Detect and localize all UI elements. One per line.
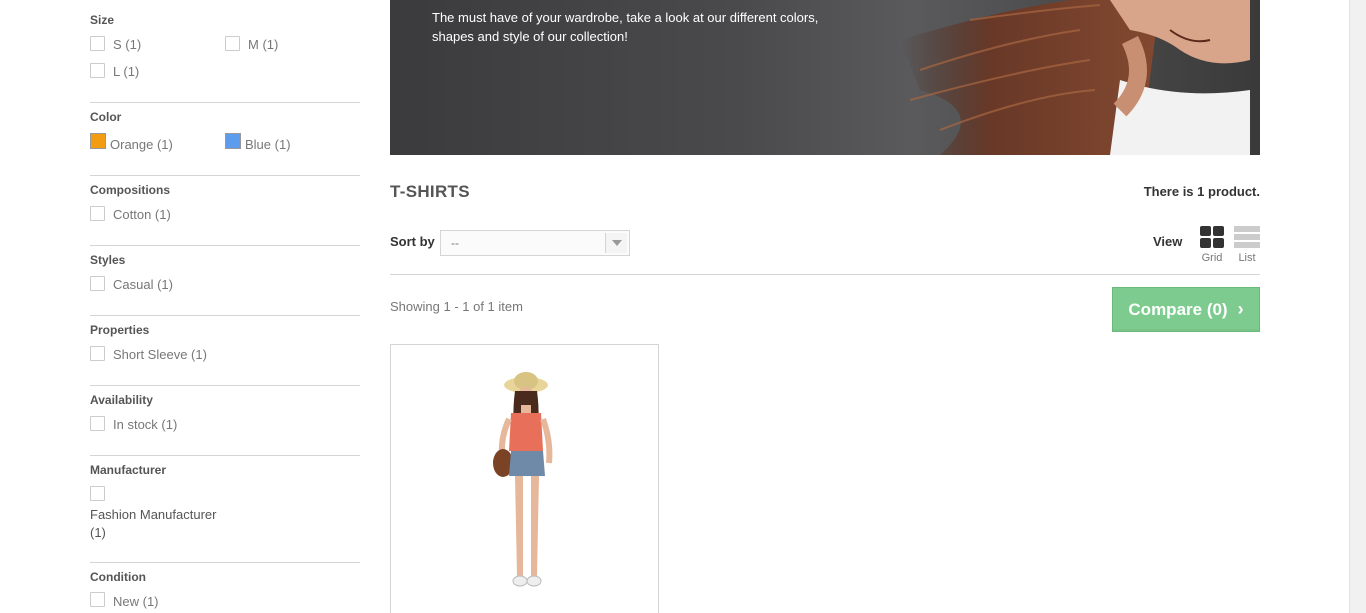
filter-manufacturer: Manufacturer Fashion Manufacturer (1) [90,456,360,563]
product-count: There is 1 product. [1144,184,1260,199]
sort-by-label: Sort by [390,234,435,249]
filter-compositions: Compositions Cotton (1) [90,176,360,246]
banner-description: The must have of your wardrobe, take a l… [432,10,819,44]
product-card[interactable] [390,344,659,613]
filter-title-manufacturer: Manufacturer [90,463,167,477]
view-grid-label: Grid [1201,252,1223,264]
filter-option-color-orange[interactable]: Orange (1) [110,137,173,152]
grid-icon [1200,226,1224,248]
filter-option-in-stock[interactable]: In stock (1) [113,417,177,432]
color-swatch-orange[interactable] [90,133,106,149]
filter-option-size-s[interactable]: S (1) [113,37,141,52]
sort-select[interactable]: -- [440,230,630,256]
product-count-prefix: There is [1143,184,1198,199]
view-label: View [1153,234,1183,249]
filter-option-manufacturer-count[interactable]: (1) [90,525,106,540]
filter-option-cotton[interactable]: Cotton (1) [113,207,171,222]
results-summary: Showing 1 - 1 of 1 item [390,299,523,314]
toolbar-divider [390,274,1260,275]
checkbox-size-m[interactable] [225,36,240,51]
banner-model-image [900,0,1250,155]
product-image[interactable] [431,351,621,611]
filter-option-manufacturer-name[interactable]: Fashion Manufacturer [90,507,216,522]
filter-option-short-sleeve[interactable]: Short Sleeve (1) [113,347,207,362]
compare-label: Compare (0) [1128,299,1228,319]
checkbox-in-stock[interactable] [90,416,105,431]
product-count-suffix: product. [1204,184,1260,199]
view-list-label: List [1238,252,1256,264]
checkbox-casual[interactable] [90,276,105,291]
list-icon [1234,226,1260,248]
chevron-right-icon: › [1237,299,1244,319]
checkbox-fashion-manufacturer[interactable] [90,486,105,501]
filter-title-size: Size [90,13,115,27]
checkbox-cotton[interactable] [90,206,105,221]
filter-title-compositions: Compositions [90,183,170,197]
filter-option-size-l[interactable]: L (1) [113,64,139,79]
filter-title-styles: Styles [90,253,126,267]
checkbox-size-l[interactable] [90,63,105,78]
checkbox-new[interactable] [90,592,105,607]
view-grid-button[interactable]: Grid [1197,226,1227,264]
filter-title-condition: Condition [90,570,146,584]
filter-availability: Availability In stock (1) [90,386,360,456]
filter-styles: Styles Casual (1) [90,246,360,316]
filter-properties: Properties Short Sleeve (1) [90,316,360,386]
filter-title-availability: Availability [90,393,153,407]
layered-navigation: Size S (1) M (1) L (1) Color Orange (1) … [90,0,360,613]
category-title: T-SHIRTS [390,182,470,201]
view-list-button[interactable]: List [1232,226,1262,264]
filter-title-color: Color [90,110,122,124]
filter-title-properties: Properties [90,323,150,337]
filter-size: Size S (1) M (1) L (1) [90,0,360,103]
compare-button[interactable]: Compare (0) › [1112,287,1260,332]
filter-color: Color Orange (1) Blue (1) [90,103,360,176]
checkbox-size-s[interactable] [90,36,105,51]
color-swatch-blue[interactable] [225,133,241,149]
chevron-down-icon[interactable] [605,233,627,253]
checkbox-short-sleeve[interactable] [90,346,105,361]
filter-option-size-m[interactable]: M (1) [248,37,278,52]
filter-option-new[interactable]: New (1) [113,594,159,609]
category-banner: The must have of your wardrobe, take a l… [390,0,1260,155]
filter-condition: Condition New (1) [90,563,360,613]
vertical-scrollbar[interactable] [1349,0,1366,613]
filter-option-casual[interactable]: Casual (1) [113,277,173,292]
filter-option-color-blue[interactable]: Blue (1) [245,137,291,152]
sort-selected-value: -- [451,236,459,250]
